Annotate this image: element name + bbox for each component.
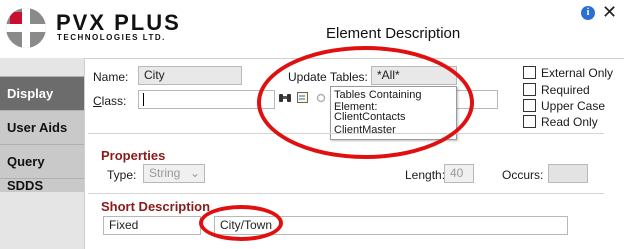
tab-user-aids[interactable]: User Aids <box>0 110 84 144</box>
name-label: Name: <box>93 70 129 84</box>
external-only-label: External Only <box>541 66 614 80</box>
occurs-label: Occurs: <box>502 168 544 182</box>
read-only-label: Read Only <box>541 115 598 129</box>
type-label: Type: <box>107 168 137 182</box>
required-checkbox[interactable] <box>523 83 536 96</box>
class-field[interactable] <box>138 90 275 109</box>
short-description-heading: Short Description <box>101 199 211 214</box>
external-only-checkbox[interactable] <box>523 66 536 79</box>
text-caret <box>143 93 144 106</box>
length-field[interactable]: 40 <box>444 164 474 183</box>
logo-subtitle: TECHNOLOGIES LTD. <box>57 33 166 42</box>
tab-display[interactable]: Display <box>0 76 84 110</box>
name-field[interactable]: City <box>138 66 242 85</box>
required-label: Required <box>541 83 590 97</box>
title-bar: PVX PLUS TECHNOLOGIES LTD. Element Descr… <box>0 0 624 59</box>
read-only-checkbox[interactable] <box>523 115 536 128</box>
tab-query[interactable]: Query <box>0 144 84 178</box>
upper-case-label: Upper Case <box>541 99 606 113</box>
class-label: Class: <box>93 94 127 108</box>
length-label: Length: <box>405 168 446 182</box>
close-icon[interactable]: ✕ <box>602 2 617 23</box>
chevron-down-icon: ⌄ <box>189 166 200 180</box>
divider <box>88 193 604 194</box>
type-select[interactable]: String ⌄ <box>143 164 205 183</box>
tab-sdds[interactable]: SDDS <box>0 178 84 192</box>
annotation-ellipse-update-tables <box>257 46 474 159</box>
tab-sdds-label: SDDS <box>7 178 44 192</box>
properties-heading: Properties <box>101 148 166 163</box>
info-icon[interactable]: i <box>581 6 595 20</box>
window-title: Element Description <box>326 25 461 42</box>
upper-case-checkbox[interactable] <box>523 99 536 112</box>
short-description-mode-field[interactable]: Fixed <box>103 216 201 235</box>
occurs-field[interactable] <box>548 164 588 183</box>
annotation-ellipse-short-description <box>199 205 283 241</box>
pvx-logo-icon <box>6 8 46 48</box>
